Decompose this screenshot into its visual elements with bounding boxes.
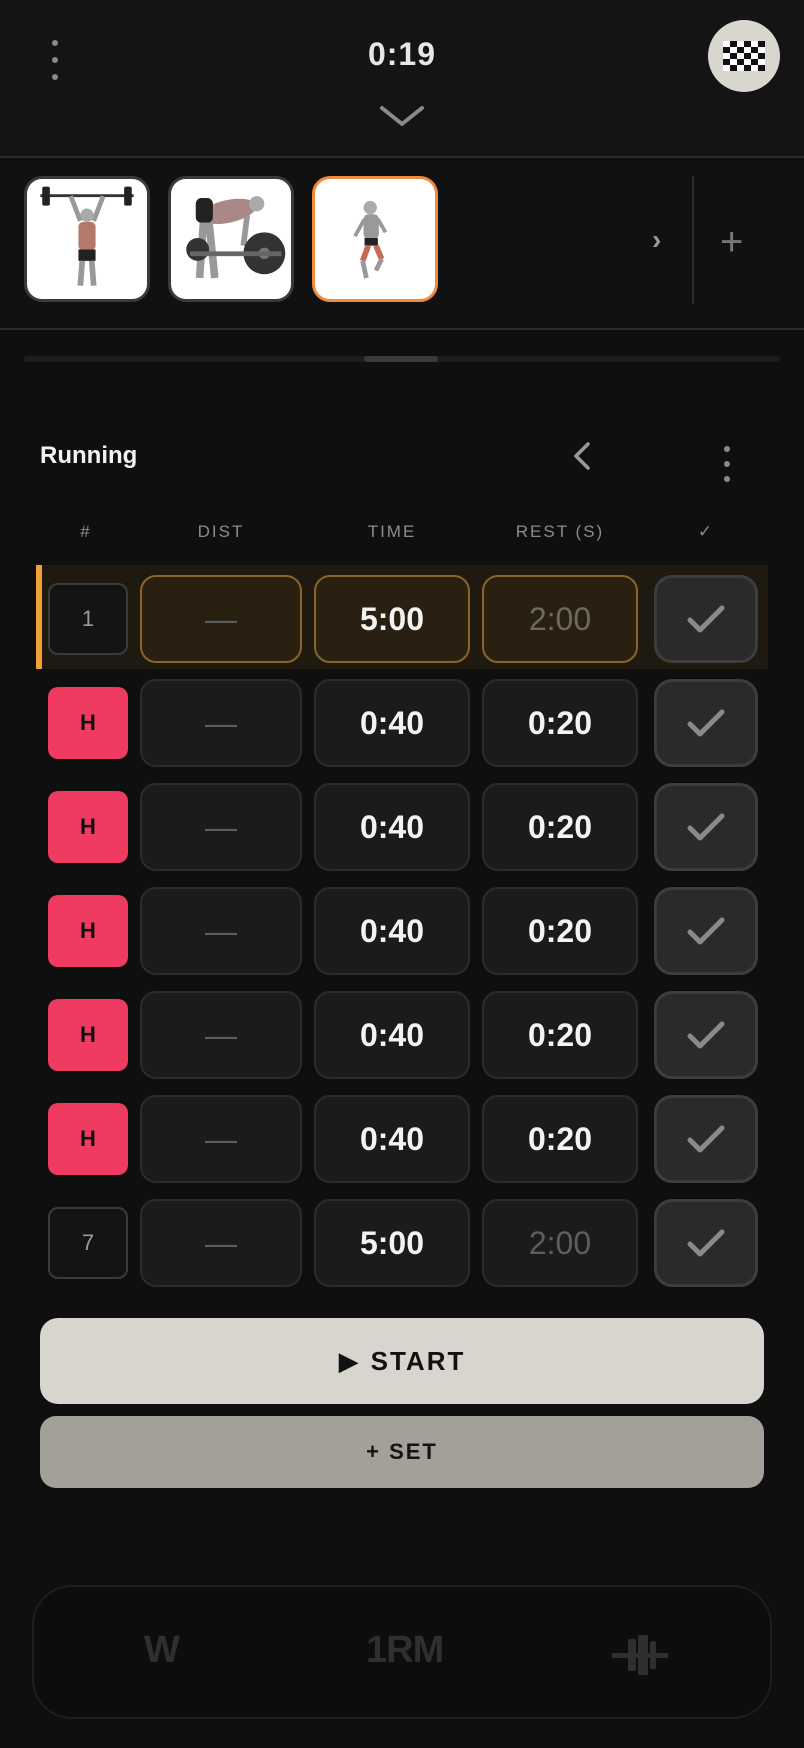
complete-set-button[interactable] (654, 887, 758, 975)
barbell-icon[interactable] (612, 1635, 668, 1675)
checkered-flag-icon (723, 41, 765, 71)
time-field[interactable]: 0:40 (314, 887, 470, 975)
set-number-badge[interactable]: 1 (48, 583, 128, 655)
exercise-thumb-running[interactable] (312, 176, 438, 302)
exercise-thumb-bent-over-row[interactable] (168, 176, 294, 302)
exercise-strip: › + (0, 160, 804, 330)
complete-set-button[interactable] (654, 679, 758, 767)
col-header-dist: DIST (197, 522, 245, 541)
set-number-badge[interactable]: 7 (48, 1207, 128, 1279)
exercise-thumb-overhead-press[interactable] (24, 176, 150, 302)
distance-field[interactable]: — (140, 887, 302, 975)
col-header-time: TIME (367, 522, 417, 541)
distance-field[interactable]: — (140, 1095, 302, 1183)
set-row: 7—5:00 2:00 (36, 1189, 768, 1293)
checkmark-icon (687, 1229, 725, 1257)
time-field[interactable]: 0:40 (314, 991, 470, 1079)
complete-set-button[interactable] (654, 1095, 758, 1183)
checkmark-icon (687, 1021, 725, 1049)
add-exercise-button[interactable]: + (720, 220, 743, 265)
set-row: H —0:40 0:20 (36, 981, 768, 1085)
set-number-badge[interactable]: H (48, 687, 128, 759)
set-row: H —0:40 0:20 (36, 669, 768, 773)
one-rep-max-button[interactable]: 1RM (366, 1629, 444, 1672)
distance-field[interactable]: — (140, 575, 302, 663)
strip-divider (692, 176, 694, 304)
strip-scroll-thumb[interactable] (364, 356, 438, 362)
rest-field[interactable]: 0:20 (482, 887, 638, 975)
rest-field[interactable]: 2:00 (482, 1199, 638, 1287)
complete-set-button[interactable] (654, 1199, 758, 1287)
checkmark-icon (687, 917, 725, 945)
finish-workout-button[interactable] (708, 20, 780, 92)
time-field[interactable]: 0:40 (314, 1095, 470, 1183)
set-row: H —0:40 0:20 (36, 1085, 768, 1189)
time-field[interactable]: 5:00 (314, 575, 470, 663)
chevron-left-icon[interactable] (570, 440, 594, 472)
running-figure-icon (353, 200, 388, 279)
strip-next-icon[interactable]: › (652, 224, 661, 256)
time-field[interactable]: 0:40 (314, 679, 470, 767)
set-row: 1—5:00 2:00 (36, 565, 768, 669)
set-number-badge[interactable]: H (48, 791, 128, 863)
distance-field[interactable]: — (140, 783, 302, 871)
set-row: H —0:40 0:20 (36, 877, 768, 981)
workout-header: 0:19 (0, 0, 804, 158)
chevron-down-icon[interactable] (378, 104, 426, 130)
checkmark-icon (687, 709, 725, 737)
complete-set-button[interactable] (654, 991, 758, 1079)
exercise-menu-icon[interactable] (718, 446, 736, 482)
set-number-badge[interactable]: H (48, 999, 128, 1071)
bottom-toolbar: W 1RM (32, 1585, 772, 1719)
set-number-badge[interactable]: H (48, 895, 128, 967)
rest-field[interactable]: 0:20 (482, 783, 638, 871)
checkmark-icon (687, 1125, 725, 1153)
bent-over-row-figure-icon (186, 196, 286, 279)
distance-field[interactable]: — (140, 991, 302, 1079)
distance-field[interactable]: — (140, 1199, 302, 1287)
complete-set-button[interactable] (654, 783, 758, 871)
play-icon: ▶ (338, 1345, 361, 1376)
overhead-press-figure-icon (40, 186, 134, 286)
start-button-label: START (370, 1345, 466, 1376)
rest-field[interactable]: 2:00 (482, 575, 638, 663)
set-number-badge[interactable]: H (48, 1103, 128, 1175)
time-field[interactable]: 5:00 (314, 1199, 470, 1287)
distance-field[interactable]: — (140, 679, 302, 767)
col-header-rest: REST (S) (515, 522, 605, 541)
rest-field[interactable]: 0:20 (482, 679, 638, 767)
exercise-title: Running (40, 442, 138, 469)
complete-set-button[interactable] (654, 575, 758, 663)
checkmark-icon (687, 813, 725, 841)
weight-tool-button[interactable]: W (144, 1629, 180, 1672)
time-field[interactable]: 0:40 (314, 783, 470, 871)
rest-field[interactable]: 0:20 (482, 1095, 638, 1183)
strip-scrollbar[interactable] (24, 356, 780, 362)
set-row: H —0:40 0:20 (36, 773, 768, 877)
add-set-button[interactable]: + SET (40, 1416, 764, 1488)
start-button[interactable]: ▶ START (40, 1318, 764, 1404)
rest-field[interactable]: 0:20 (482, 991, 638, 1079)
workout-timer: 0:19 (367, 36, 437, 72)
checkmark-icon (687, 605, 725, 633)
col-header-set: # (80, 522, 92, 541)
col-header-done: ✓ (697, 522, 715, 541)
